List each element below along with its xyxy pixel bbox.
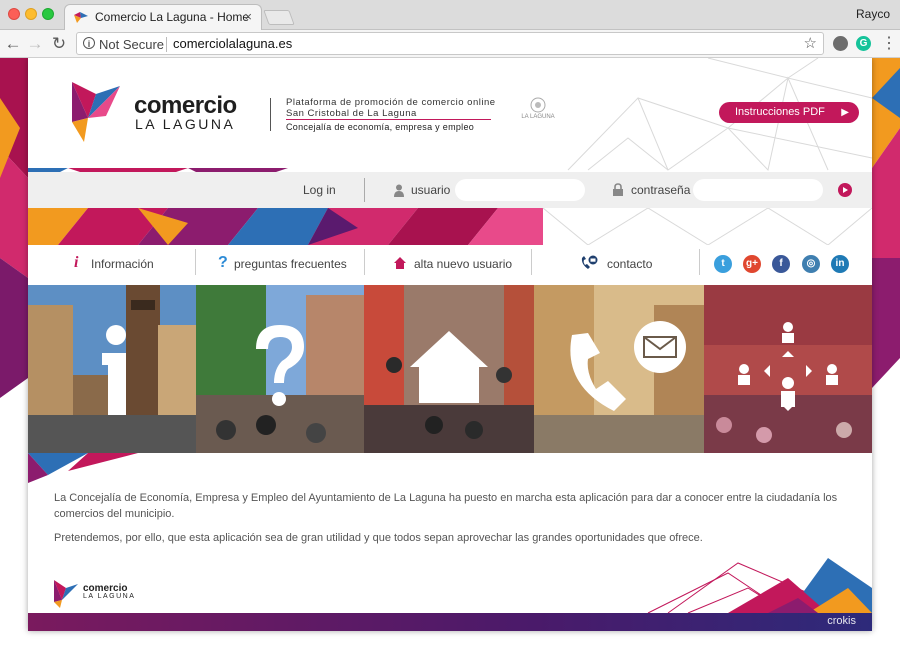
user-icon <box>394 184 404 197</box>
tab-title: Comercio La Laguna - Home <box>95 10 250 24</box>
maximize-window-button[interactable] <box>42 8 54 20</box>
username-input[interactable] <box>455 179 585 201</box>
menu-label-faq: preguntas frecuentes <box>234 257 347 271</box>
menu-item-contacto[interactable]: contacto <box>576 245 696 285</box>
footer-credit[interactable]: crokis <box>827 615 856 627</box>
register-tile[interactable] <box>364 285 534 453</box>
intro-paragraph-2: Pretendemos, por ello, que esta aplicaci… <box>54 532 703 544</box>
network-tile[interactable] <box>704 285 872 453</box>
faq-tile-image <box>196 285 364 453</box>
menu-divider <box>531 249 532 275</box>
login-divider <box>364 178 365 202</box>
facebook-icon[interactable]: f <box>772 255 790 273</box>
header-tagline: Plataforma de promoción de comercio onli… <box>286 97 496 108</box>
main-menu: i Información ? preguntas frecuentes alt… <box>28 245 872 285</box>
lock-icon <box>613 183 623 196</box>
intro-paragraph-1: La Concejalía de Economía, Empresa y Emp… <box>54 492 838 520</box>
menu-label-informacion: Información <box>91 257 154 271</box>
grammarly-extension-icon[interactable]: G <box>856 36 871 51</box>
site-favicon-icon <box>74 12 88 23</box>
close-window-button[interactable] <box>8 8 20 20</box>
back-arrow-icon[interactable]: ← <box>2 33 24 55</box>
info-tile-image <box>28 285 196 453</box>
site-info-icon[interactable]: i <box>83 37 95 49</box>
question-icon: ? <box>218 254 228 271</box>
reload-icon[interactable]: ↻ <box>48 33 70 55</box>
browser-menu-icon[interactable]: ⋮ <box>881 33 897 55</box>
header-graphics <box>28 58 872 245</box>
password-input[interactable] <box>693 179 823 201</box>
feature-photo-strip <box>28 285 872 453</box>
security-label[interactable]: Not Secure <box>99 37 164 52</box>
contact-tile-image <box>534 285 704 453</box>
menu-item-informacion[interactable]: i Información <box>58 245 188 285</box>
pdf-button-label: Instrucciones PDF <box>735 106 825 118</box>
menu-divider <box>699 249 700 275</box>
phone-mail-icon <box>581 255 598 269</box>
browser-titlebar: Comercio La Laguna - Home × Rayco <box>0 0 900 30</box>
linkedin-icon[interactable]: in <box>831 255 849 273</box>
address-bar[interactable]: i Not Secure comerciolalaguna.es ☆ <box>76 32 824 55</box>
menu-divider <box>364 249 365 275</box>
password-label: contraseña <box>631 183 691 197</box>
menu-item-faq[interactable]: ? preguntas frecuentes <box>208 245 358 285</box>
home-icon <box>394 257 406 269</box>
info-tile[interactable] <box>28 285 196 453</box>
register-tile-image <box>364 285 534 453</box>
new-tab-button[interactable] <box>263 10 295 25</box>
browser-toolbar: ← → ↻ i Not Secure comerciolalaguna.es ☆… <box>0 30 900 58</box>
bookmark-star-icon[interactable]: ☆ <box>804 34 817 52</box>
menu-item-new-user[interactable]: alta nuevo usuario <box>388 245 528 285</box>
menu-label-new-user: alta nuevo usuario <box>414 257 513 271</box>
header-department: Concejalía de economía, empresa y empleo <box>286 122 475 132</box>
web-viewport: comercio LA LAGUNA Plataforma de promoci… <box>0 58 900 650</box>
extension-gear-icon[interactable] <box>833 36 848 51</box>
instructions-pdf-button[interactable]: Instrucciones PDF ▶ <box>719 102 859 123</box>
strip-accent-graphics <box>28 453 138 483</box>
url-text[interactable]: comerciolalaguna.es <box>173 36 292 51</box>
username-label: usuario <box>411 183 451 197</box>
login-bar: Log in usuario contraseña <box>28 172 872 208</box>
page-container: comercio LA LAGUNA Plataforma de promoci… <box>28 58 872 631</box>
profile-name[interactable]: Rayco <box>856 7 890 21</box>
footer-logo-subwordmark[interactable]: LA LAGUNA <box>83 593 135 600</box>
login-submit-button[interactable] <box>838 183 852 197</box>
info-icon: i <box>74 254 79 271</box>
contact-tile[interactable] <box>534 285 704 453</box>
header-rule <box>286 119 491 120</box>
forward-arrow-icon[interactable]: → <box>24 33 46 55</box>
municipality-seal-label: LA LAGUNA <box>521 114 555 120</box>
google-plus-icon[interactable]: g+ <box>743 255 761 273</box>
login-label: Log in <box>303 183 336 197</box>
logo-subwordmark[interactable]: LA LAGUNA <box>135 116 235 132</box>
tab-close-icon[interactable]: × <box>244 9 252 24</box>
instagram-icon[interactable]: ◎ <box>802 255 820 273</box>
arrow-right-icon: ▶ <box>841 107 849 118</box>
menu-label-contacto: contacto <box>607 257 653 271</box>
menu-divider <box>195 249 196 275</box>
browser-tab-active[interactable]: Comercio La Laguna - Home × <box>64 4 262 30</box>
header-subtitle: San Cristobal de La Laguna <box>286 108 417 119</box>
url-divider <box>166 37 167 52</box>
network-tile-image <box>704 285 872 453</box>
minimize-window-button[interactable] <box>25 8 37 20</box>
header-divider <box>270 98 271 131</box>
twitter-icon[interactable]: t <box>714 255 732 273</box>
footer-bar <box>28 613 872 631</box>
faq-tile[interactable] <box>196 285 364 453</box>
